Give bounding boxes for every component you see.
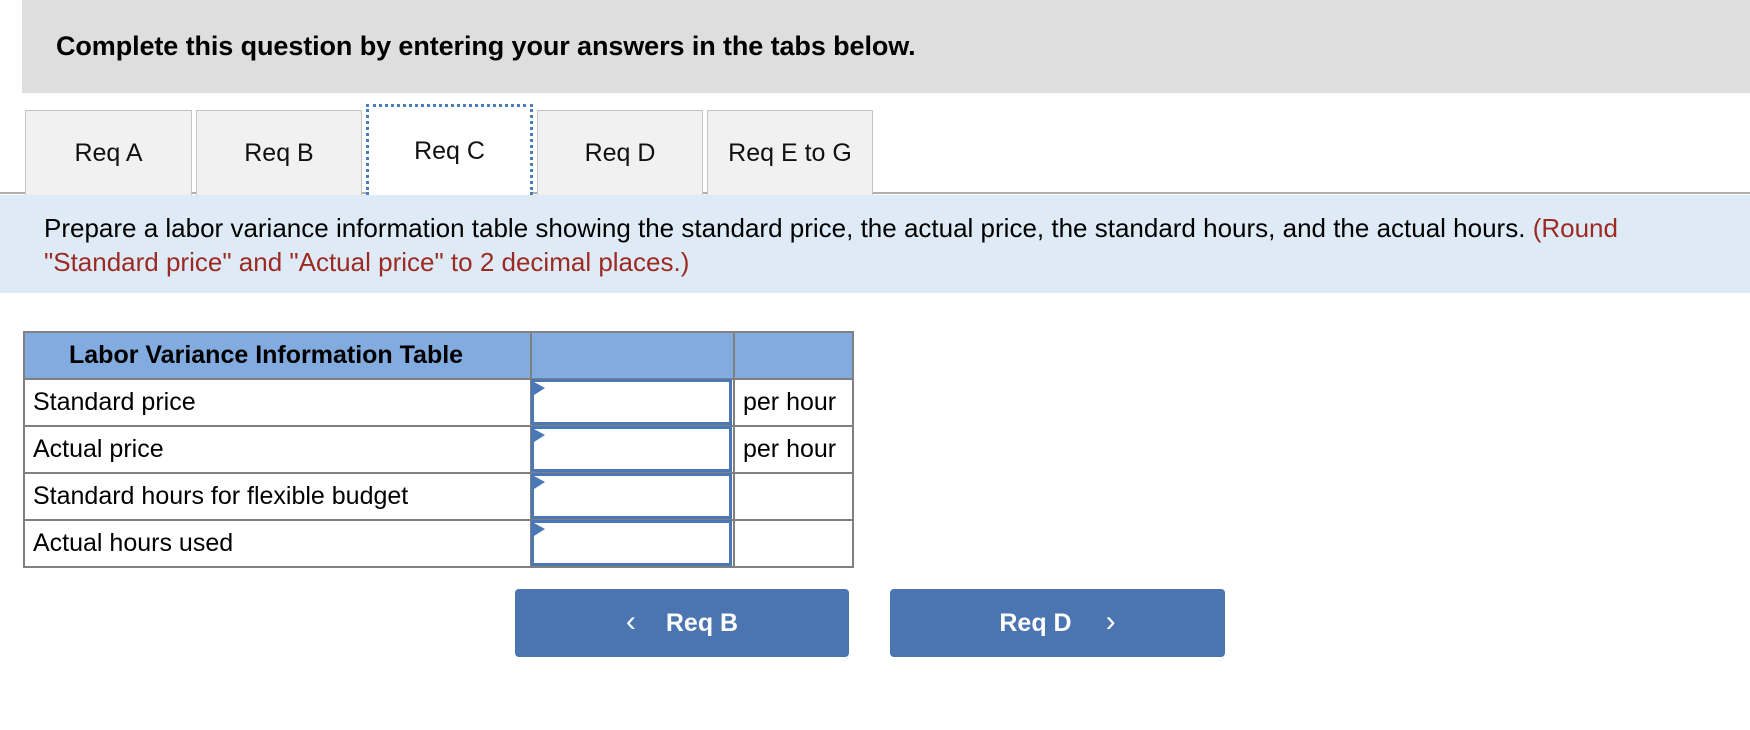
tab-list: Req A Req B Req C Req D Req E to G <box>25 104 877 195</box>
instruction-banner-text: Complete this question by entering your … <box>56 31 916 61</box>
row-unit-cell-standard-hours <box>733 472 854 521</box>
question-page: Complete this question by entering your … <box>0 0 1750 730</box>
labor-variance-table-wrap: Labor Variance Information Table Standar… <box>23 331 854 568</box>
row-label-cell-actual-hours: Actual hours used <box>23 519 532 568</box>
chevron-right-icon: › <box>1105 604 1116 638</box>
row-label-standard-hours: Standard hours for flexible budget <box>33 482 409 510</box>
table-header-unit-cell <box>733 331 854 380</box>
tab-req-a[interactable]: Req A <box>25 110 192 195</box>
labor-variance-table: Labor Variance Information Table Standar… <box>23 331 854 568</box>
table-title: Labor Variance Information Table <box>69 341 464 369</box>
row-unit-cell-actual-hours <box>733 519 854 568</box>
row-unit-cell-actual-price: per hour <box>733 425 854 474</box>
row-label-cell-standard-price: Standard price <box>23 378 532 427</box>
input-standard-price[interactable] <box>531 379 732 425</box>
table-row: Actual hours used <box>23 519 854 568</box>
tab-req-c-label: Req C <box>414 136 485 165</box>
table-row: Standard hours for flexible budget <box>23 472 854 521</box>
row-label-cell-actual-price: Actual price <box>23 425 532 474</box>
table-row: Standard price per hour <box>23 378 854 427</box>
tab-req-d-label: Req D <box>584 138 656 167</box>
tab-req-b[interactable]: Req B <box>196 110 362 195</box>
table-header-title-cell: Labor Variance Information Table <box>23 331 532 380</box>
row-input-cell-standard-hours[interactable] <box>530 472 735 521</box>
input-actual-price[interactable] <box>531 426 732 472</box>
tab-req-c[interactable]: Req C <box>366 104 533 195</box>
tab-req-b-label: Req B <box>244 138 314 167</box>
table-header-row: Labor Variance Information Table <box>23 331 854 380</box>
row-unit-standard-price: per hour <box>743 388 837 416</box>
next-req-button-label: Req D <box>999 608 1072 637</box>
input-actual-hours[interactable] <box>531 520 732 566</box>
tab-req-a-label: Req A <box>74 138 143 167</box>
prev-req-button-label: Req B <box>665 608 739 637</box>
row-label-standard-price: Standard price <box>33 388 196 416</box>
table-header-value-cell <box>530 331 735 380</box>
row-unit-actual-price: per hour <box>743 435 837 463</box>
row-input-cell-actual-price[interactable] <box>530 425 735 474</box>
input-standard-hours[interactable] <box>531 473 732 519</box>
tab-req-d[interactable]: Req D <box>537 110 703 195</box>
row-label-actual-hours: Actual hours used <box>33 529 234 557</box>
prev-req-button[interactable]: ‹ Req B <box>515 589 849 657</box>
next-req-button[interactable]: Req D › <box>890 589 1225 657</box>
row-unit-cell-standard-price: per hour <box>733 378 854 427</box>
instruction-banner: Complete this question by entering your … <box>22 0 1750 93</box>
row-input-cell-standard-price[interactable] <box>530 378 735 427</box>
requirement-text-block: Prepare a labor variance information tab… <box>44 211 1704 279</box>
requirement-text: Prepare a labor variance information tab… <box>44 213 1526 243</box>
nav-button-row: ‹ Req B Req D › <box>0 589 1750 659</box>
tab-req-e-to-g[interactable]: Req E to G <box>707 110 873 195</box>
row-label-cell-standard-hours: Standard hours for flexible budget <box>23 472 532 521</box>
requirement-banner: Prepare a labor variance information tab… <box>0 195 1750 293</box>
tab-bar: Req A Req B Req C Req D Req E to G <box>0 93 1750 195</box>
row-label-actual-price: Actual price <box>33 435 164 463</box>
chevron-left-icon: ‹ <box>625 604 636 638</box>
row-input-cell-actual-hours[interactable] <box>530 519 735 568</box>
tab-req-e-to-g-label: Req E to G <box>728 138 852 167</box>
table-row: Actual price per hour <box>23 425 854 474</box>
